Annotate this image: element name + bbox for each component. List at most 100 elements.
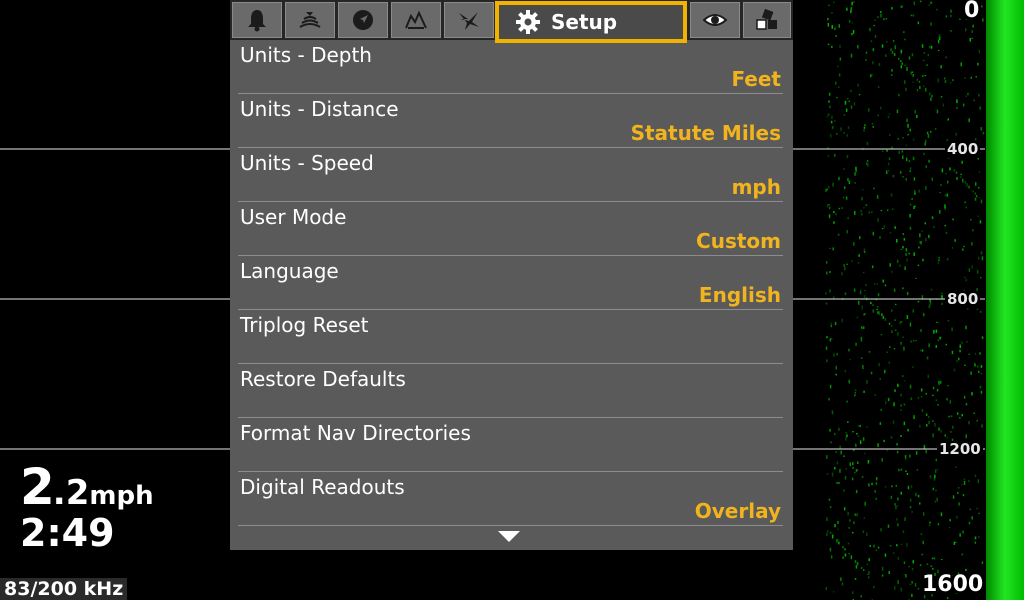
sonar-speckle	[900, 393, 902, 397]
sonar-speckle	[908, 56, 911, 60]
sonar-speckle	[921, 553, 923, 556]
sonar-speckle	[854, 513, 856, 516]
sonar-speckle	[897, 505, 899, 507]
sonar-speckle	[965, 279, 968, 282]
sonar-speckle	[828, 206, 831, 210]
sonar-speckle	[875, 477, 878, 481]
sonar-speckle	[873, 24, 875, 27]
sonar-speckle	[928, 524, 931, 527]
sonar-speckle	[976, 269, 979, 274]
sonar-speckle	[850, 7, 852, 11]
sonar-speckle	[905, 470, 907, 472]
sonar-speckle	[848, 379, 850, 384]
sonar-speckle	[930, 22, 932, 26]
sonar-speckle	[853, 1, 855, 3]
sonar-speckle	[917, 21, 920, 25]
sonar-speckle	[848, 527, 850, 529]
sonar-speckle	[911, 71, 914, 73]
sonar-speckle	[903, 346, 905, 351]
sonar-speckle	[874, 394, 876, 396]
sonar-speckle	[829, 271, 831, 273]
sonar-speckle	[880, 334, 883, 336]
sonar-speckle	[829, 247, 831, 249]
sonar-fish-icon	[299, 12, 321, 28]
sonar-speckle	[897, 497, 899, 501]
tab-sonar[interactable]	[285, 2, 335, 38]
sonar-speckle	[900, 491, 902, 495]
sonar-speckle	[955, 133, 957, 136]
sonar-speckle	[966, 183, 968, 187]
sonar-speckle	[896, 518, 898, 521]
tab-setup[interactable]: Setup	[495, 1, 687, 43]
sonar-speckle	[833, 1, 835, 3]
menu-tab-bar: Setup	[230, 0, 793, 43]
sonar-speckle	[856, 316, 859, 319]
sonar-speckle	[902, 137, 904, 139]
sonar-speckle	[844, 292, 847, 296]
sonar-speckle	[889, 545, 892, 547]
sonar-speckle	[913, 252, 915, 256]
sonar-speckle	[866, 380, 868, 384]
chart-map-icon	[405, 10, 427, 29]
sonar-speckle	[965, 95, 967, 97]
sonar-speckle	[826, 473, 829, 475]
sonar-speckle	[887, 524, 890, 528]
sonar-speckle	[881, 574, 884, 577]
sonar-speckle	[938, 427, 940, 431]
sonar-speckle	[965, 206, 967, 209]
depth-scale-800: 800	[945, 290, 981, 308]
sonar-speckle	[980, 251, 983, 255]
menu-item-digital-readouts[interactable]: Digital Readouts Overlay	[238, 473, 783, 526]
tab-humminbird[interactable]	[444, 2, 494, 38]
sonar-speckle	[826, 204, 829, 208]
sonar-speckle	[912, 366, 914, 369]
sonar-speckle	[829, 547, 832, 552]
sonar-speckle	[949, 400, 952, 404]
sonar-speckle	[884, 318, 887, 321]
sonar-speckle	[964, 276, 966, 279]
menu-item-restore-defaults[interactable]: Restore Defaults	[238, 365, 783, 418]
sonar-speckle	[829, 384, 832, 389]
sonar-speckle	[942, 103, 945, 107]
menu-item-triplog-reset[interactable]: Triplog Reset	[238, 311, 783, 364]
sonar-speckle	[860, 210, 862, 212]
sonar-speckle	[873, 586, 875, 589]
sonar-speckle	[936, 321, 938, 323]
menu-item-format-nav-directories[interactable]: Format Nav Directories	[238, 419, 783, 472]
scroll-down-arrow-icon[interactable]	[498, 531, 520, 542]
tab-alarms[interactable]	[232, 2, 282, 38]
sonar-speckle	[836, 482, 838, 484]
sonar-speckle	[906, 315, 909, 319]
sonar-speckle	[921, 295, 924, 299]
sonar-speckle	[974, 541, 977, 544]
sonar-speckle	[829, 289, 831, 293]
menu-item-language[interactable]: Language English	[238, 257, 783, 310]
sonar-speckle	[979, 352, 981, 355]
sonar-speckle	[940, 429, 942, 433]
menu-item-user-mode[interactable]: User Mode Custom	[238, 203, 783, 256]
sonar-speckle	[977, 215, 979, 217]
sonar-speckle	[930, 97, 932, 101]
tab-views[interactable]	[690, 2, 740, 38]
sonar-speckle	[859, 424, 861, 428]
sonar-speckle	[829, 338, 832, 342]
sonar-speckle	[919, 349, 922, 352]
sonar-speckle	[971, 516, 973, 520]
tab-accessories[interactable]	[743, 2, 791, 38]
sonar-speckle	[835, 365, 837, 370]
sonar-speckle	[838, 482, 840, 485]
tab-navigation[interactable]	[338, 2, 388, 38]
sonar-speckle	[946, 597, 949, 599]
tab-chart[interactable]	[391, 2, 441, 38]
sonar-speckle	[831, 12, 833, 14]
menu-item-units-distance[interactable]: Units - Distance Statute Miles	[238, 95, 783, 148]
menu-item-units-depth[interactable]: Units - Depth Feet	[238, 41, 783, 94]
sonar-speckle	[953, 541, 956, 545]
menu-item-units-speed[interactable]: Units - Speed mph	[238, 149, 783, 202]
sonar-speckle	[877, 114, 879, 117]
sonar-speckle	[863, 569, 865, 571]
sonar-speckle	[980, 199, 983, 204]
sonar-speckle	[828, 4, 830, 6]
sonar-speckle	[868, 571, 870, 575]
sonar-speckle	[981, 5, 983, 8]
